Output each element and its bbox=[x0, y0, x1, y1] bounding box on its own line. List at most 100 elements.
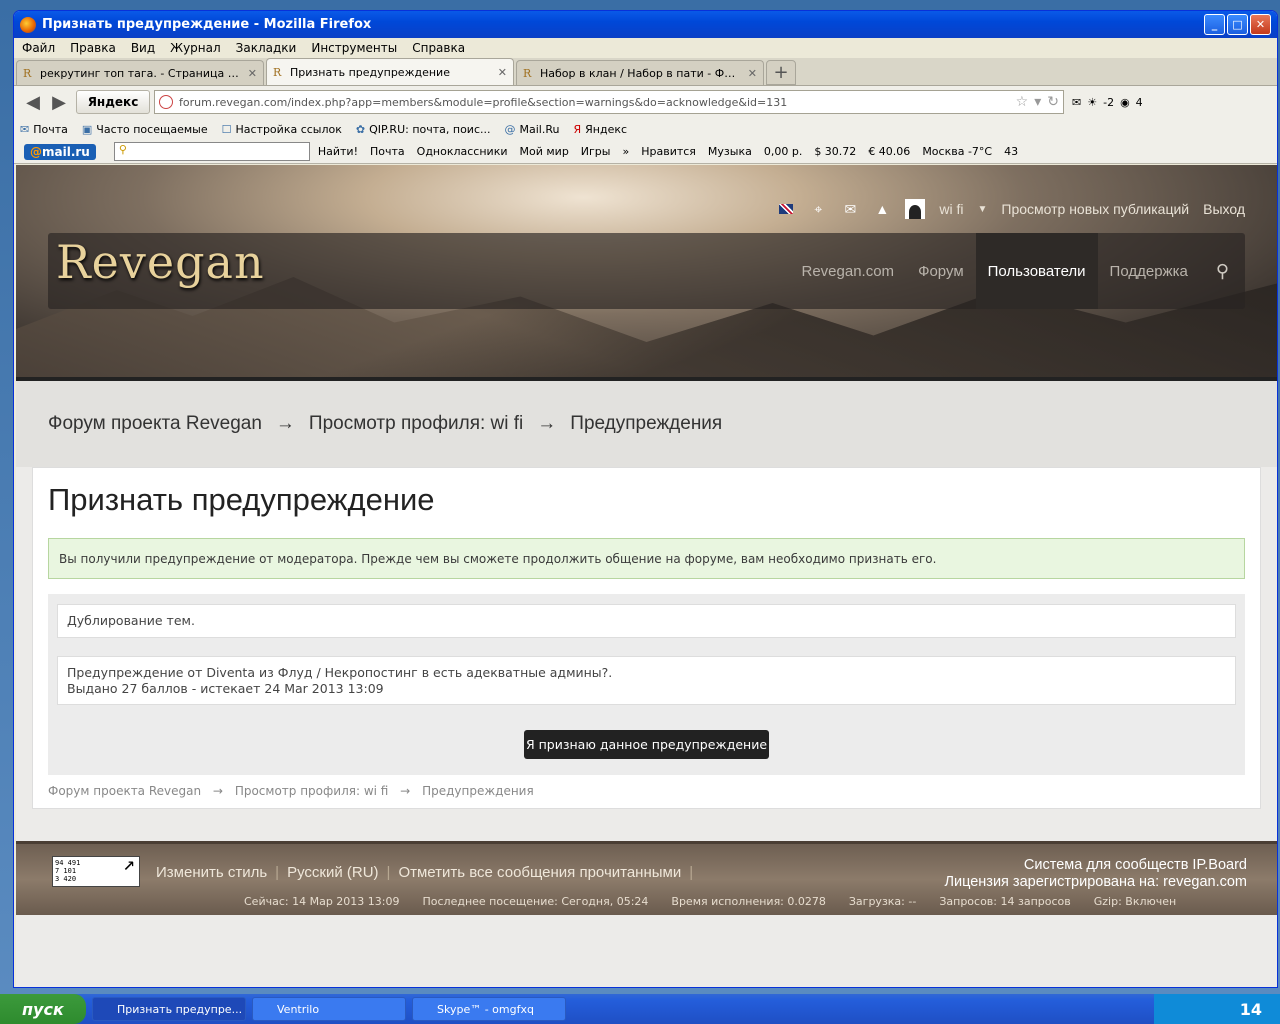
ipboard-link[interactable]: Система для сообществ IP.Board bbox=[944, 857, 1247, 874]
revegan-favicon-icon: R bbox=[523, 67, 532, 80]
url-text: forum.revegan.com/index.php?app=members&… bbox=[179, 95, 788, 109]
breadcrumb-profile[interactable]: Просмотр профиля: wi fi bbox=[309, 413, 523, 435]
notifications-count: 4 bbox=[1135, 95, 1143, 109]
menu-history[interactable]: Журнал bbox=[170, 41, 221, 55]
mailru-mail[interactable]: Почта bbox=[370, 145, 405, 158]
nav-forum[interactable]: Форум bbox=[906, 233, 976, 309]
close-button[interactable]: ✕ bbox=[1250, 14, 1271, 35]
taskbar-firefox[interactable]: Признать предупре... bbox=[92, 997, 246, 1021]
main-nav-panel: Revegan Revegan.com Форум Пользователи П… bbox=[48, 233, 1245, 309]
mailru-wallet[interactable]: 0,00 р. bbox=[764, 145, 802, 158]
close-tab-icon[interactable]: ✕ bbox=[248, 67, 257, 80]
system-tray-clock[interactable]: 14 bbox=[1154, 994, 1280, 1024]
bookmark-most-visited[interactable]: ▣ Часто посещаемые bbox=[82, 123, 208, 136]
mailru-my-world[interactable]: Мой мир bbox=[520, 145, 569, 158]
mailru-find-button[interactable]: Найти! bbox=[318, 145, 358, 158]
address-bar[interactable]: forum.revegan.com/index.php?app=members&… bbox=[154, 90, 1064, 114]
title-bar[interactable]: Признать предупреждение - Mozilla Firefo… bbox=[14, 11, 1277, 38]
page-content: ⌖ ✉ ▲ wi fi ▼ Просмотр новых публикаций … bbox=[16, 165, 1277, 987]
mark-all-read-link[interactable]: Отметить все сообщения прочитанными bbox=[398, 864, 681, 881]
language-flag-icon[interactable] bbox=[777, 200, 795, 218]
chevron-down-icon[interactable]: ▼ bbox=[977, 204, 987, 215]
taskbar-ventrilo[interactable]: Ventrilo bbox=[252, 997, 406, 1021]
revegan-favicon-icon: R bbox=[23, 67, 32, 80]
menu-bookmarks[interactable]: Закладки bbox=[236, 41, 297, 55]
folder-icon: ▣ bbox=[81, 122, 93, 136]
tab-acknowledge-warning[interactable]: R Признать предупреждение ✕ bbox=[266, 58, 514, 85]
tab-clan-recruit[interactable]: RНабор в клан / Набор в пати - Форум п..… bbox=[516, 60, 764, 85]
new-tab-button[interactable]: + bbox=[766, 60, 796, 85]
breadcrumb-forum[interactable]: Форум проекта Revegan bbox=[48, 784, 201, 798]
back-arrow-icon[interactable]: ◀ bbox=[20, 92, 46, 113]
tab-recruiting[interactable]: Rрекрутинг топ тага. - Страница 12 - Н..… bbox=[16, 60, 264, 85]
warning-points: Выдано 27 баллов - истекает 24 Mar 2013 … bbox=[67, 681, 384, 696]
sign-out-link[interactable]: Выход bbox=[1203, 201, 1245, 217]
language-link[interactable]: Русский (RU) bbox=[287, 864, 378, 881]
bookmark-yandex[interactable]: Я Яндекс bbox=[573, 123, 627, 136]
mailru-search-input[interactable]: ⚲ bbox=[113, 142, 310, 161]
dropdown-arrow-icon[interactable]: ▾ bbox=[1034, 94, 1041, 110]
moderator-notice: Вы получили предупреждение от модератора… bbox=[48, 538, 1245, 579]
breadcrumb-warnings[interactable]: Предупреждения bbox=[570, 413, 722, 435]
mailru-like[interactable]: Нравится bbox=[641, 145, 696, 158]
notifications-icon[interactable]: ◉ bbox=[1120, 96, 1130, 109]
bookmark-mailru[interactable]: @ Mail.Ru bbox=[505, 123, 560, 136]
weather-sun-icon[interactable]: ☀ bbox=[1087, 96, 1097, 109]
menu-tools[interactable]: Инструменты bbox=[311, 41, 397, 55]
close-tab-icon[interactable]: ✕ bbox=[498, 66, 507, 79]
search-icon[interactable]: ⚲ bbox=[1200, 233, 1245, 309]
warning-info: Предупреждение от Diventa из Флуд / Некр… bbox=[57, 656, 1236, 705]
mailru-weather[interactable]: Москва -7°C bbox=[922, 145, 992, 158]
map-pin-icon[interactable]: ⌖ bbox=[809, 200, 827, 218]
nav-support[interactable]: Поддержка bbox=[1098, 233, 1200, 309]
taskbar: пуск Признать предупре... Ventrilo Skype… bbox=[0, 994, 1280, 1024]
reload-icon[interactable]: ↻ bbox=[1047, 94, 1059, 110]
yandex-button[interactable]: Яндекс bbox=[76, 90, 150, 114]
breadcrumb-forum[interactable]: Форум проекта Revegan bbox=[48, 413, 262, 435]
menu-file[interactable]: Файл bbox=[22, 41, 55, 55]
menu-edit[interactable]: Правка bbox=[70, 41, 116, 55]
close-tab-icon[interactable]: ✕ bbox=[748, 67, 757, 80]
breadcrumb-warnings[interactable]: Предупреждения bbox=[422, 784, 534, 798]
mailru-odnoklassniki[interactable]: Одноклассники bbox=[417, 145, 508, 158]
nav-revegan-com[interactable]: Revegan.com bbox=[790, 233, 907, 309]
menu-view[interactable]: Вид bbox=[131, 41, 155, 55]
mailru-more-chevron[interactable]: » bbox=[622, 145, 629, 158]
visitor-counter[interactable]: 94 491 7 101 3 420 ↗ bbox=[52, 851, 140, 887]
nav-members[interactable]: Пользователи bbox=[975, 233, 1098, 309]
mailru-traffic[interactable]: 43 bbox=[1004, 145, 1018, 158]
forward-arrow-icon[interactable]: ▶ bbox=[46, 92, 72, 113]
envelope-icon[interactable]: ✉ bbox=[841, 200, 859, 218]
bookmark-star-icon[interactable]: ☆ bbox=[1016, 94, 1029, 110]
mailru-music[interactable]: Музыка bbox=[708, 145, 752, 158]
site-footer: 94 491 7 101 3 420 ↗ Изменить стиль | Русс… bbox=[16, 841, 1277, 915]
username-dropdown[interactable]: wi fi bbox=[939, 201, 963, 217]
bookmark-settings[interactable]: ☐ Настройка ссылок bbox=[222, 123, 342, 136]
mailru-icon: @ bbox=[504, 122, 516, 136]
menu-help[interactable]: Справка bbox=[412, 41, 465, 55]
minimize-button[interactable]: _ bbox=[1204, 14, 1225, 35]
mail-icon[interactable]: ✉ bbox=[1072, 96, 1081, 109]
footer-stats: Сейчас: 14 Мар 2013 13:09 Последнее посе… bbox=[244, 895, 1177, 908]
warning-source: Предупреждение от Diventa из Флуд / Некр… bbox=[67, 665, 613, 680]
bookmark-mail[interactable]: ✉ Почта bbox=[20, 123, 68, 136]
qip-icon: ✿ bbox=[355, 122, 366, 136]
site-logo[interactable]: Revegan bbox=[56, 235, 265, 289]
site-identity-icon[interactable] bbox=[159, 95, 173, 109]
mailru-games[interactable]: Игры bbox=[581, 145, 611, 158]
mailru-logo[interactable]: @mail.ru bbox=[24, 143, 96, 160]
bell-icon[interactable]: ▲ bbox=[873, 200, 891, 218]
mailru-toolbar: @mail.ru ⚲ Найти! Почта Одноклассники Мо… bbox=[14, 140, 1277, 164]
arrow-up-right-icon: ↗ bbox=[122, 851, 135, 875]
acknowledge-warning-button[interactable]: Я признаю данное предупреждение bbox=[524, 730, 769, 759]
firefox-icon bbox=[20, 16, 36, 33]
change-theme-link[interactable]: Изменить стиль bbox=[156, 864, 267, 881]
footer-copyright: Система для сообществ IP.Board Лицензия … bbox=[944, 857, 1247, 891]
view-new-content-link[interactable]: Просмотр новых публикаций bbox=[1001, 201, 1189, 217]
user-avatar[interactable] bbox=[905, 199, 926, 219]
breadcrumb-profile[interactable]: Просмотр профиля: wi fi bbox=[235, 784, 389, 798]
taskbar-skype[interactable]: Skype™ - omgfxq bbox=[412, 997, 566, 1021]
start-button[interactable]: пуск bbox=[0, 994, 86, 1024]
bookmark-qip[interactable]: ✿ QIP.RU: почта, поис... bbox=[356, 123, 491, 136]
maximize-button[interactable]: □ bbox=[1227, 14, 1248, 35]
